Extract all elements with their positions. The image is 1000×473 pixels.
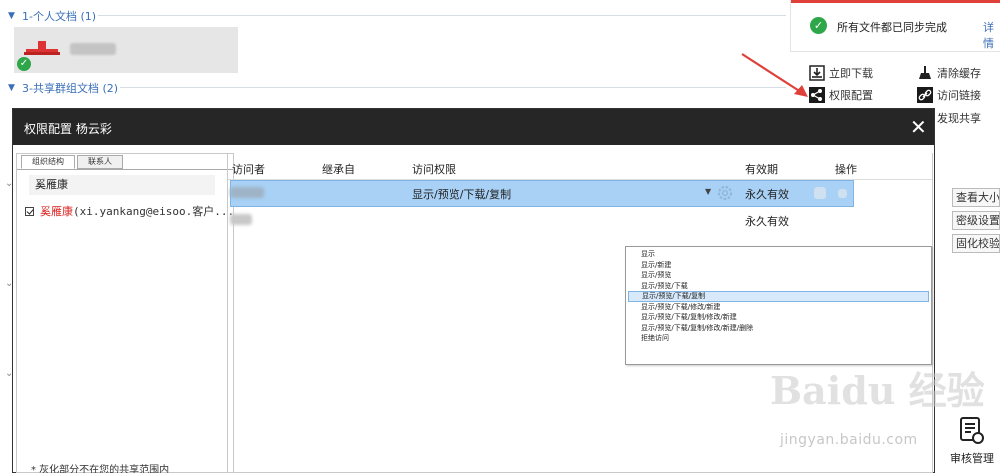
download-now-label: 立即下载 bbox=[829, 67, 873, 80]
permission-dropdown-list: 显示 显示/新建 显示/预览 显示/预览/下载 显示/预览/下载/复制 显示/预览/下载/… bbox=[625, 246, 932, 365]
section-personal-docs[interactable]: ▼ 1-个人文档 (1) bbox=[8, 8, 96, 24]
chevron-down-icon: ▼ bbox=[8, 11, 15, 21]
divider bbox=[120, 87, 786, 88]
solidify-check-button[interactable]: 固化校验 bbox=[952, 234, 1000, 253]
file-name-blurred bbox=[70, 43, 116, 55]
permission-option[interactable]: 显示/预览 bbox=[628, 270, 929, 281]
validity-cell[interactable]: 永久有效 bbox=[745, 186, 789, 202]
permission-table: 访问者 继承自 访问权限 有效期 操作 显示/预览/下载/复制 ▼ 永久有效 永… bbox=[227, 153, 933, 473]
validity-cell[interactable]: 永久有效 bbox=[745, 213, 789, 229]
sync-status-text: 所有文件都已同步完成 bbox=[837, 21, 947, 34]
panel-tabs: 组织结构 联系人 bbox=[21, 155, 125, 171]
header-validity: 有效期 bbox=[745, 163, 778, 176]
check-circle-icon: ✓ bbox=[810, 17, 827, 34]
pointer-arrow bbox=[741, 53, 808, 97]
section-shared-group-docs[interactable]: ▼ 3-共享群组文档 (2) bbox=[8, 80, 118, 96]
org-structure-panel: 组织结构 联系人 奚雁康 奚雁康 (xi.yankang@eisoo.客户...… bbox=[16, 153, 234, 473]
watermark-logo: Baidu 经验 bbox=[770, 368, 985, 413]
permission-select[interactable]: 显示/预览/下载/复制 bbox=[412, 186, 511, 202]
delete-icon[interactable] bbox=[838, 189, 847, 198]
dropdown-arrow-icon[interactable]: ▼ bbox=[705, 187, 711, 196]
member-checkbox[interactable] bbox=[25, 206, 34, 216]
permission-config-label: 权限配置 bbox=[829, 89, 873, 102]
audit-management-label: 审核管理 bbox=[950, 452, 994, 465]
discover-share-label: 发现共享 bbox=[937, 112, 981, 125]
permission-option[interactable]: 显示/预览/下载/复制/修改/新建/删除 bbox=[628, 323, 929, 334]
link-icon bbox=[917, 87, 933, 103]
header-inherit-from: 继承自 bbox=[322, 163, 355, 176]
access-link-action[interactable]: 访问链接 bbox=[917, 87, 981, 103]
tree-node[interactable]: 奚雁康 bbox=[29, 175, 215, 195]
download-now-action[interactable]: 立即下载 bbox=[809, 65, 873, 81]
audit-document-icon bbox=[960, 417, 984, 444]
header-operation: 操作 bbox=[835, 163, 857, 176]
member-email: (xi.yankang@eisoo.客户... bbox=[73, 205, 235, 218]
dialog-title: 权限配置 杨云彩 bbox=[24, 122, 112, 136]
close-icon[interactable]: ✕ bbox=[910, 115, 927, 139]
section-personal-docs-title: 1-个人文档 (1) bbox=[22, 10, 97, 23]
permission-option[interactable]: 显示/预览/下载 bbox=[628, 281, 929, 292]
visitor-name-blurred bbox=[230, 187, 264, 198]
stamp-file-icon bbox=[24, 41, 60, 55]
permission-option[interactable]: 显示/预览/下载/复制/修改/新建 bbox=[628, 312, 929, 323]
permission-config-action[interactable]: 权限配置 bbox=[809, 87, 873, 103]
divider bbox=[98, 15, 786, 16]
dialog-header: 权限配置 杨云彩 ✕ bbox=[13, 109, 934, 145]
chevron-down-icon: ▼ bbox=[8, 83, 15, 93]
visitor-name-blurred bbox=[230, 214, 252, 225]
discover-share-action[interactable]: 发现共享 bbox=[937, 110, 981, 126]
permission-option[interactable]: 显示 bbox=[628, 249, 929, 260]
member-name: 奚雁康 bbox=[40, 205, 73, 218]
sync-status-panel: ✓ 所有文件都已同步完成 详情 bbox=[790, 0, 1000, 52]
audit-management-button[interactable]: 审核管理 bbox=[948, 414, 1000, 473]
clear-cache-label: 清除缓存 bbox=[937, 67, 981, 80]
section-shared-group-docs-title: 3-共享群组文档 (2) bbox=[22, 82, 119, 95]
edit-icon[interactable] bbox=[814, 187, 826, 199]
share-scope-note: * 灰化部分不在您的共享范围内 bbox=[31, 465, 170, 473]
watermark-url: jingyan.baidu.com bbox=[780, 432, 918, 448]
permission-option[interactable]: 显示/预览/下载/复制 bbox=[628, 291, 929, 302]
tab-contacts[interactable]: 联系人 bbox=[77, 155, 123, 169]
header-access-permission: 访问权限 bbox=[412, 163, 456, 176]
access-link-label: 访问链接 bbox=[937, 89, 981, 102]
permission-config-dialog: 权限配置 杨云彩 ✕ 组织结构 联系人 奚雁康 奚雁康 (xi.yankang@… bbox=[12, 108, 935, 473]
security-setting-button[interactable]: 密级设置 bbox=[952, 211, 1000, 230]
member-item[interactable]: 奚雁康 (xi.yankang@eisoo.客户... bbox=[25, 203, 234, 219]
permission-option[interactable]: 显示/预览/下载/修改/新建 bbox=[628, 302, 929, 313]
tab-org-structure[interactable]: 组织结构 bbox=[21, 155, 75, 169]
permission-option[interactable]: 显示/新建 bbox=[628, 260, 929, 271]
details-link[interactable]: 详情 bbox=[983, 19, 1000, 51]
file-tile[interactable]: ✓ bbox=[14, 27, 238, 73]
clear-cache-action[interactable]: 清除缓存 bbox=[917, 65, 981, 81]
permission-option[interactable]: 拒绝访问 bbox=[628, 333, 929, 344]
view-size-button[interactable]: 查看大小 bbox=[952, 188, 1000, 207]
synced-check-icon: ✓ bbox=[17, 57, 31, 71]
header-visitor: 访问者 bbox=[232, 163, 265, 176]
broom-icon bbox=[917, 65, 933, 81]
gear-icon[interactable] bbox=[716, 184, 734, 202]
